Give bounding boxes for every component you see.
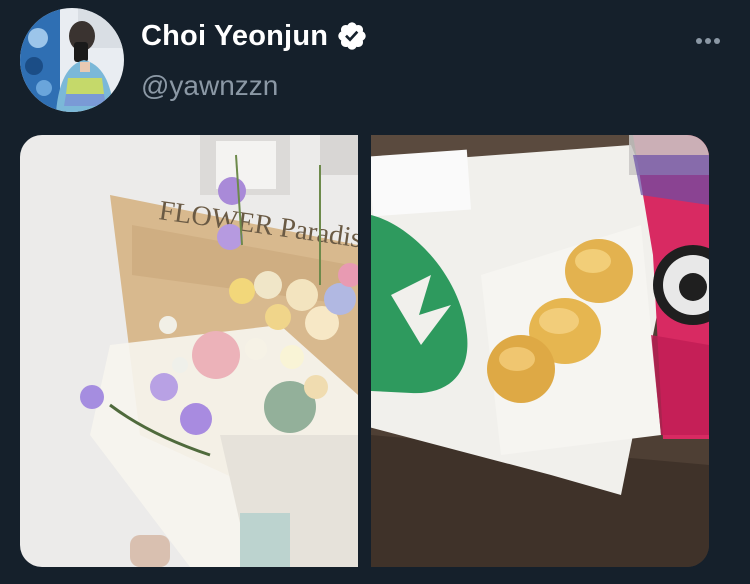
- cafe-photo-image: [371, 135, 709, 567]
- avatar[interactable]: [20, 8, 124, 112]
- author-display-name[interactable]: Choi Yeonjun: [141, 19, 328, 53]
- author-name-row: Choi Yeonjun: [141, 19, 368, 53]
- bouquet-photo-image: FLOWER Paradise: [20, 135, 358, 567]
- media-photo-cafe[interactable]: [371, 135, 709, 567]
- tweet-media-grid: FLOWER Paradise: [20, 135, 709, 567]
- media-photo-bouquet[interactable]: FLOWER Paradise: [20, 135, 358, 567]
- more-horizontal-icon: [696, 38, 720, 44]
- more-options-button[interactable]: [690, 26, 726, 56]
- author-handle[interactable]: @yawnzzn: [141, 70, 278, 102]
- verified-badge-icon: [336, 20, 368, 52]
- tweet: Choi Yeonjun @yawnzzn FLOWER Paradise: [0, 0, 750, 584]
- avatar-image: [20, 8, 124, 112]
